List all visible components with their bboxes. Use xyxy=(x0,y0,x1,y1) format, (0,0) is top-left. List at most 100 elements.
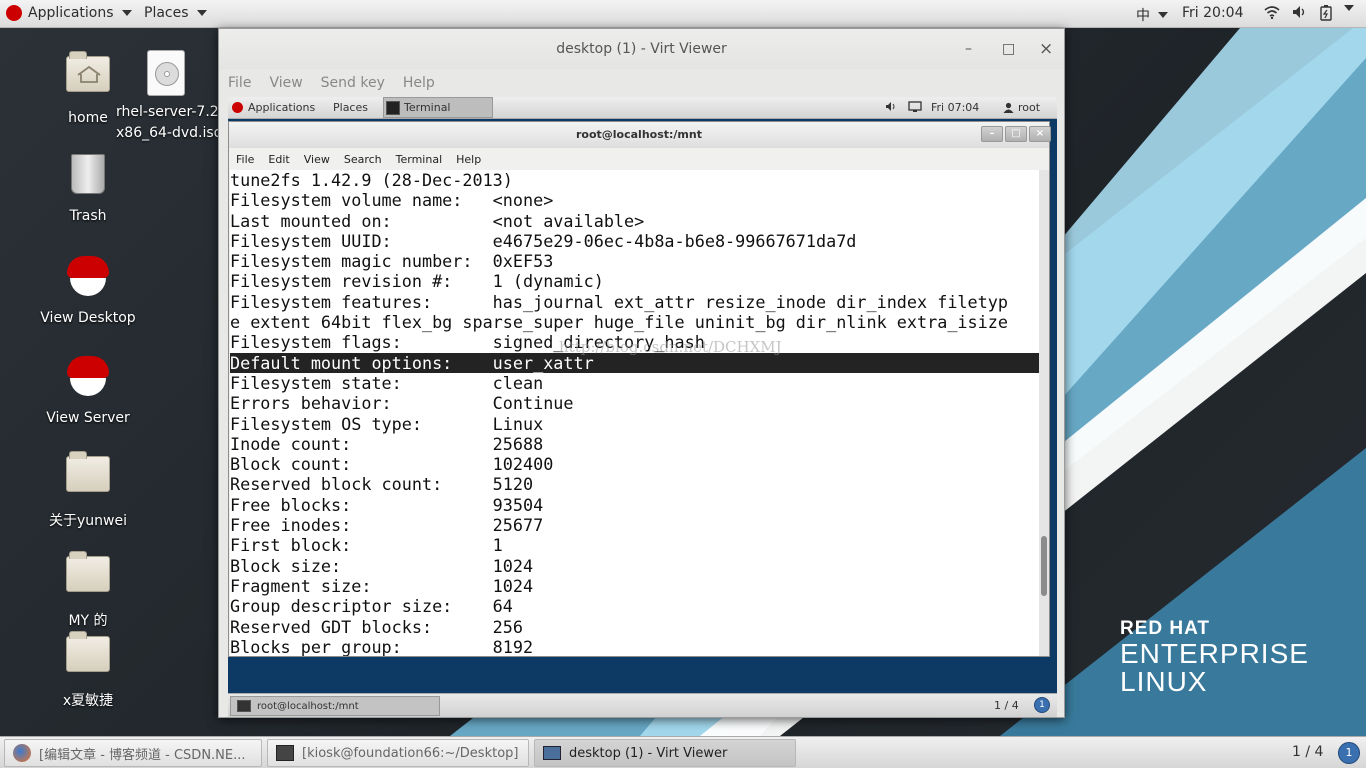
close-button[interactable]: × xyxy=(1039,29,1053,69)
taskbar-item-virt-viewer[interactable]: desktop (1) - Virt Viewer xyxy=(534,739,796,767)
guest-clock[interactable]: Fri 07:04 xyxy=(931,101,979,114)
guest-workspace-indicator[interactable]: 1 / 4 xyxy=(994,699,1019,712)
terminal-line: Filesystem UUID: e4675e29-06ec-4b8a-b6e8… xyxy=(230,230,857,251)
terminal-line: Fragment size: 1024 xyxy=(230,575,534,596)
firefox-icon xyxy=(13,744,31,762)
desktop-icon-view-server[interactable]: View Server xyxy=(38,350,138,426)
desktop-icon-folder-xia[interactable]: x夏敏捷 xyxy=(38,630,138,710)
clock[interactable]: Fri 20:04 xyxy=(1182,5,1243,21)
guest-bottom-task[interactable]: root@localhost:/mnt xyxy=(230,696,440,716)
desktop-icon-folder-yunwei[interactable]: 关于yunwei xyxy=(38,450,138,530)
guest-task-label: Terminal xyxy=(404,101,451,114)
minimize-button[interactable]: – xyxy=(965,29,972,69)
terminal-line: Group descriptor size: 64 xyxy=(230,596,513,617)
terminal-maximize-button[interactable]: □ xyxy=(1005,126,1027,142)
volume-icon[interactable] xyxy=(886,101,898,115)
system-menu[interactable] xyxy=(1342,5,1354,11)
places-label: Places xyxy=(144,5,189,21)
taskbar-item-terminal[interactable]: [kiosk@foundation66:~/Desktop] xyxy=(267,739,529,767)
terminal-menu-edit[interactable]: Edit xyxy=(268,153,289,166)
terminal-icon xyxy=(237,700,251,712)
redhat-icon xyxy=(6,5,22,21)
terminal-line: Reserved GDT blocks: 256 xyxy=(230,616,523,637)
desktop-icon-iso[interactable]: rhel-server-7.2- x86_64-dvd.iso xyxy=(116,50,224,144)
terminal-output[interactable]: tune2fs 1.42.9 (28-Dec-2013) Filesystem v… xyxy=(230,170,1040,656)
menu-send-key[interactable]: Send key xyxy=(321,75,385,91)
input-method-label: 中 xyxy=(1136,8,1150,24)
terminal-line: Filesystem OS type: Linux xyxy=(230,413,544,434)
guest-bottom-panel: root@localhost:/mnt 1 / 4 1 xyxy=(228,693,1057,717)
workspace-indicator[interactable]: 1 / 4 xyxy=(1292,744,1323,760)
guest-applications-label: Applications xyxy=(248,101,316,114)
terminal-line: e extent 64bit flex_bg sparse_super huge… xyxy=(230,312,1008,333)
taskbar-item-browser[interactable]: [编辑文章 - 博客频道 - CSDN.NE... xyxy=(4,739,262,767)
guest-top-panel: Applications Places Terminal Fri 07:04 r… xyxy=(228,97,1057,119)
maximize-button[interactable]: □ xyxy=(1002,29,1015,69)
terminal-line: Free inodes: 25677 xyxy=(230,515,544,536)
volume-icon[interactable] xyxy=(1292,5,1308,19)
virt-viewer-menubar: File View Send key Help xyxy=(219,69,1064,97)
notification-icon[interactable]: 1 xyxy=(1034,697,1050,713)
folder-icon xyxy=(64,631,112,684)
desktop-icon-label: 关于yunwei xyxy=(49,513,127,529)
window-title: desktop (1) - Virt Viewer xyxy=(556,41,727,57)
desktop-icon-view-desktop[interactable]: View Desktop xyxy=(38,250,138,326)
terminal-line: Last mounted on: <not available> xyxy=(230,210,645,231)
desktop-icon-label: View Server xyxy=(46,410,130,426)
terminal-scrollbar[interactable] xyxy=(1039,170,1049,656)
input-method-menu[interactable]: 中 xyxy=(1136,5,1168,25)
redhat-shadowman-icon xyxy=(64,256,112,304)
guest-applications-menu[interactable]: Applications xyxy=(232,101,315,114)
taskbar-item-label: [编辑文章 - 博客频道 - CSDN.NE... xyxy=(39,747,246,763)
guest-user-menu[interactable]: root xyxy=(1003,101,1040,114)
terminal-menu-terminal[interactable]: Terminal xyxy=(396,153,443,166)
notification-icon[interactable]: 1 xyxy=(1338,742,1360,764)
guest-places-menu[interactable]: Places xyxy=(333,101,368,114)
terminal-menubar: File Edit View Search Terminal Help xyxy=(229,148,1049,170)
terminal-minimize-button[interactable]: – xyxy=(981,126,1003,142)
terminal-line: Inode count: 25688 xyxy=(230,433,544,454)
chevron-down-icon xyxy=(121,10,132,16)
desktop-icon-label: View Desktop xyxy=(40,310,136,326)
scrollbar-thumb[interactable] xyxy=(1041,536,1047,596)
branding-line3: LINUX xyxy=(1120,666,1208,697)
bottom-taskbar: [编辑文章 - 博客频道 - CSDN.NE... [kiosk@foundat… xyxy=(0,736,1366,768)
guest-bottom-task-label: root@localhost:/mnt xyxy=(257,700,359,712)
terminal-line: Errors behavior: Continue xyxy=(230,393,574,414)
user-icon xyxy=(1003,102,1014,113)
virt-viewer-titlebar[interactable]: desktop (1) - Virt Viewer – □ × xyxy=(219,29,1064,69)
guest-task-terminal[interactable]: Terminal xyxy=(383,97,493,118)
terminal-menu-help[interactable]: Help xyxy=(456,153,481,166)
menu-file[interactable]: File xyxy=(228,75,251,91)
terminal-menu-search[interactable]: Search xyxy=(344,153,382,166)
network-icon[interactable] xyxy=(1264,5,1280,19)
menu-help[interactable]: Help xyxy=(403,75,435,91)
terminal-menu-view[interactable]: View xyxy=(304,153,330,166)
terminal-line: Filesystem state: clean xyxy=(230,372,544,393)
applications-label: Applications xyxy=(28,5,114,21)
guest-display[interactable]: Applications Places Terminal Fri 07:04 r… xyxy=(228,97,1057,717)
terminal-titlebar[interactable]: root@localhost:/mnt – □ × xyxy=(229,122,1051,148)
places-menu[interactable]: Places xyxy=(144,5,207,21)
menu-view[interactable]: View xyxy=(269,75,302,91)
branding-line1: RED HAT xyxy=(1120,618,1211,639)
terminal-menu-file[interactable]: File xyxy=(236,153,254,166)
watermark-text: http://blog.csdn.net/DCHXMJ xyxy=(559,338,782,356)
taskbar-item-label: desktop (1) - Virt Viewer xyxy=(569,745,728,761)
terminal-line: Blocks per group: 8192 xyxy=(230,636,534,656)
terminal-line: First block: 1 xyxy=(230,535,503,556)
battery-icon[interactable] xyxy=(1320,5,1332,21)
clock-label: Fri 20:04 xyxy=(1182,5,1244,21)
terminal-line: Filesystem volume name: <none> xyxy=(230,190,554,211)
terminal-line: tune2fs 1.42.9 (28-Dec-2013) xyxy=(230,170,513,190)
applications-menu[interactable]: Applications xyxy=(6,5,132,21)
terminal-line: Filesystem features: has_journal ext_att… xyxy=(230,291,1008,312)
trash-icon xyxy=(64,154,112,202)
terminal-line: Filesystem magic number: 0xEF53 xyxy=(230,251,554,272)
desktop-icon-folder-my[interactable]: MY 的 xyxy=(38,550,138,630)
terminal-line: Block size: 1024 xyxy=(230,555,534,576)
terminal-close-button[interactable]: × xyxy=(1029,126,1051,142)
disc-image-icon xyxy=(142,50,190,98)
desktop-icon-trash[interactable]: Trash xyxy=(38,150,138,224)
display-icon[interactable] xyxy=(908,101,922,116)
